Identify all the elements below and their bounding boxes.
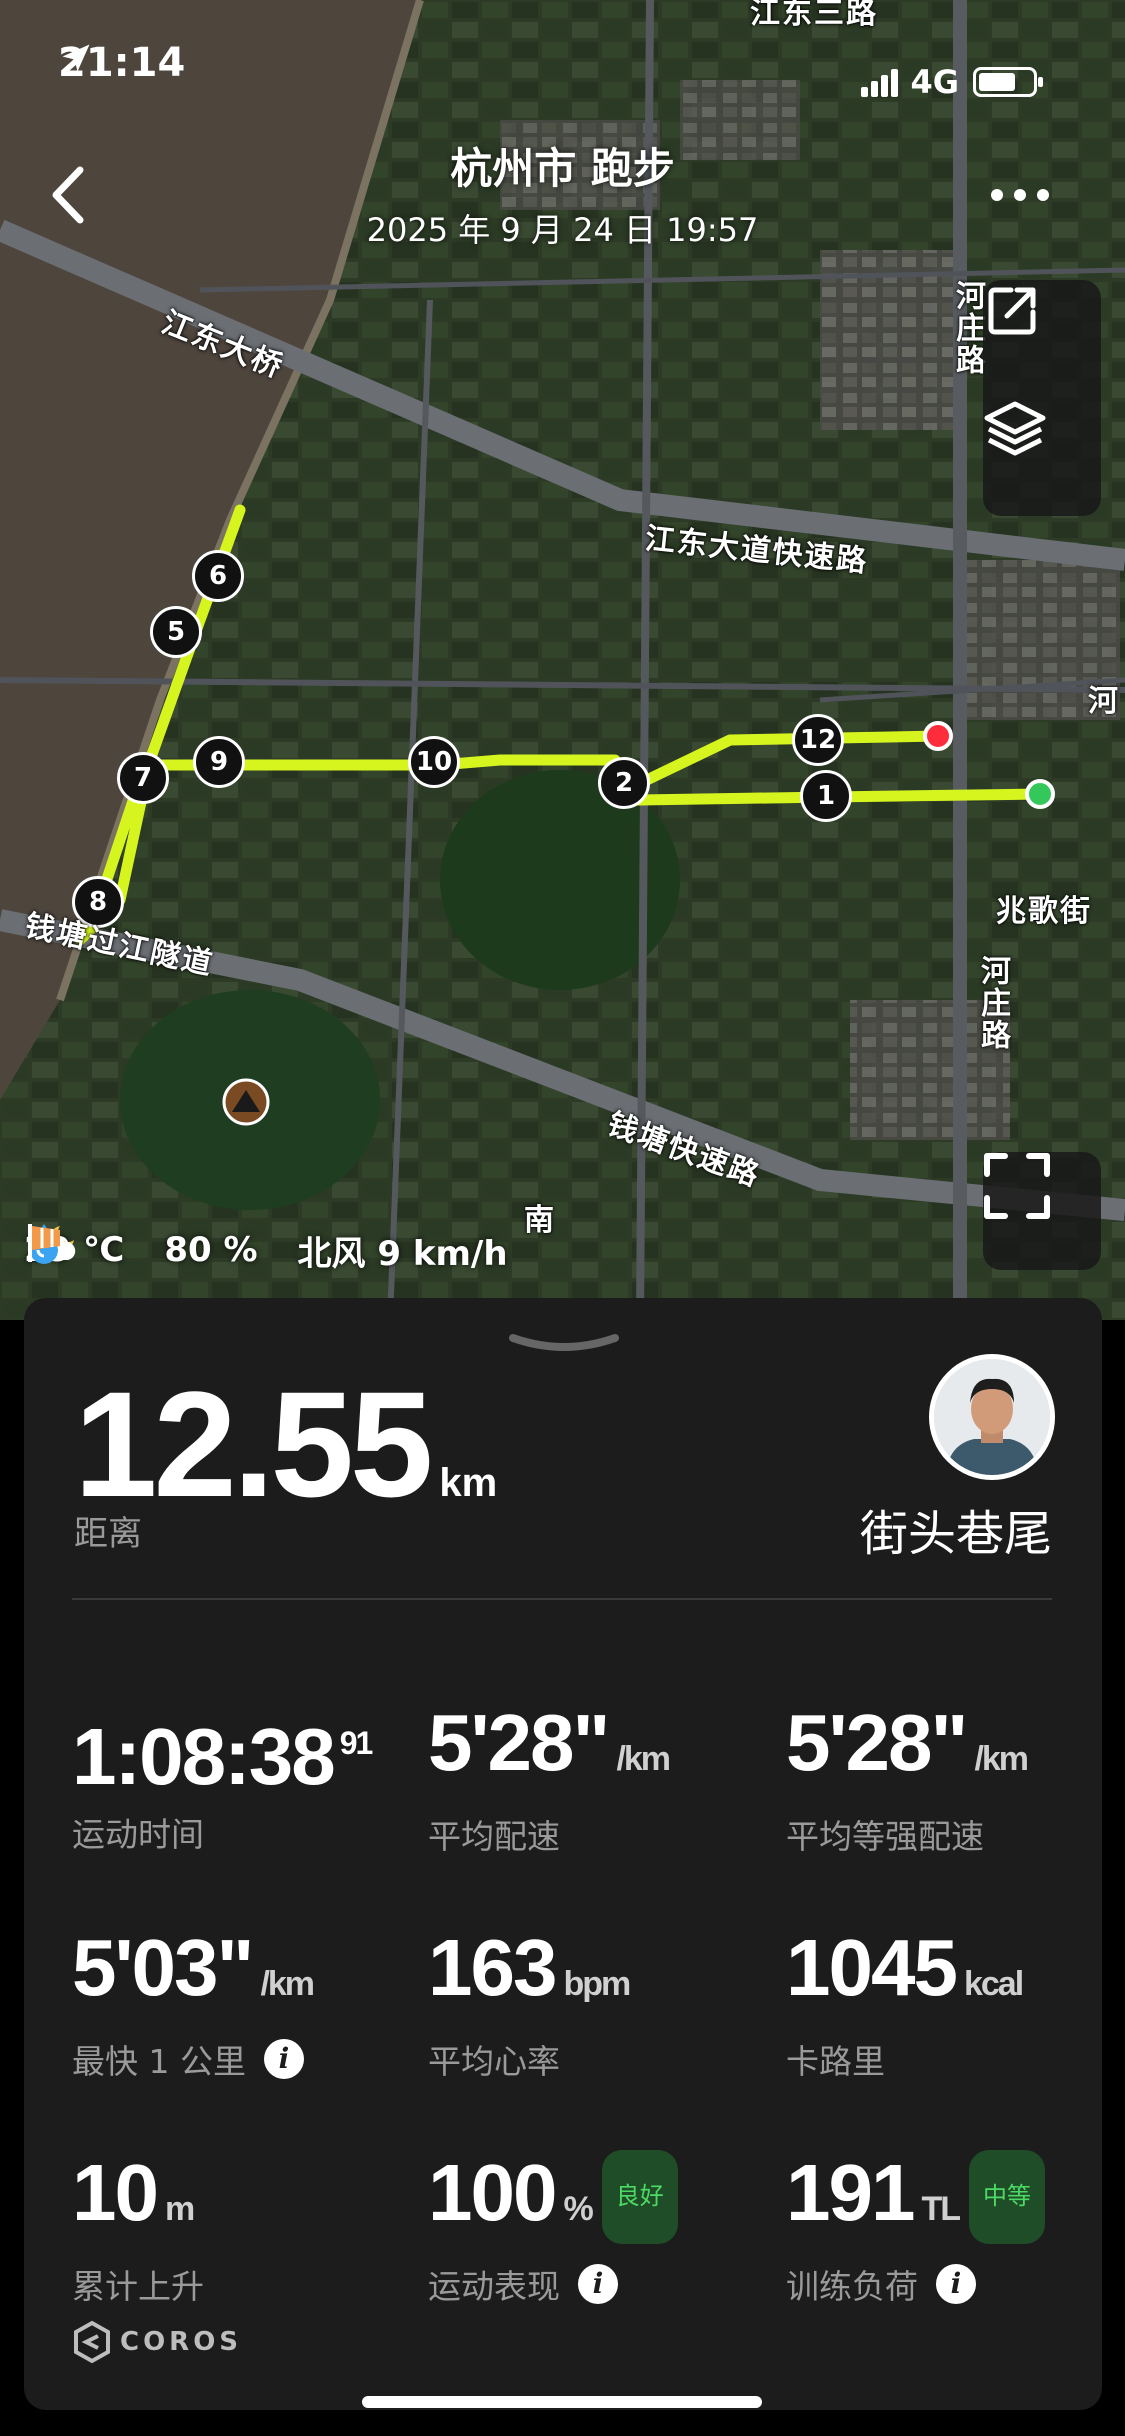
km-marker-5: 5 <box>150 606 202 658</box>
end-marker <box>923 721 953 751</box>
route-map[interactable]: 1 2 5 6 7 8 9 10 12 江东三路 河庄路 江东大桥 江东大道快速… <box>0 0 1125 1320</box>
battery-icon <box>973 67 1043 97</box>
map-layers-button[interactable] <box>983 398 1101 516</box>
km-marker-1: 1 <box>800 770 852 822</box>
elevation-gain-unit: m <box>164 2190 195 2228</box>
metric-training-load: 191 TL 中等 训练负荷 i <box>786 2148 1116 2308</box>
avatar[interactable] <box>929 1354 1055 1480</box>
avg-pace-label: 平均配速 <box>428 1817 560 1856</box>
km-marker-10: 10 <box>408 736 460 788</box>
divider <box>72 1598 1052 1600</box>
training-load-unit: TL <box>921 2190 961 2228</box>
weather-bar: 29 ℃ 80 % 北风 9 km/h <box>24 1220 548 1280</box>
info-icon[interactable]: i <box>936 2264 976 2304</box>
start-marker <box>1025 779 1055 809</box>
elevation-gain-value: 10 <box>72 2148 159 2237</box>
info-icon[interactable]: i <box>263 2039 304 2079</box>
activity-datetime: 2025 年 9 月 24 日 19:57 <box>366 211 759 249</box>
map-tools <box>983 280 1101 516</box>
more-button[interactable] <box>985 180 1055 210</box>
drag-handle[interactable] <box>509 1332 619 1356</box>
calories-value: 1045 <box>786 1923 958 2012</box>
metric-performance: 100% 良好 运动表现 i <box>428 2148 758 2308</box>
info-icon[interactable]: i <box>578 2264 618 2304</box>
metric-avg-hr: 163 bpm 平均心率 <box>428 1923 758 2083</box>
distance-label: 距离 <box>74 1514 142 1554</box>
road-label: 河庄路 <box>975 955 1010 1051</box>
training-load-label: 训练负荷 <box>786 2267 918 2306</box>
user-avatar-image <box>934 1359 1050 1475</box>
duration-label: 运动时间 <box>72 1815 204 1854</box>
avg-pace-unit: /km <box>616 1740 671 1778</box>
km-marker-12: 12 <box>792 714 844 766</box>
home-indicator[interactable] <box>362 2396 762 2408</box>
satellite-background <box>0 0 1125 1320</box>
metric-calories: 1045 kcal 卡路里 <box>786 1923 1116 2083</box>
road-label: 江东三路 <box>750 0 878 31</box>
share-button[interactable] <box>983 280 1101 398</box>
activity-summary-panel: 12.55 km 距离 街头巷尾 1:08:38 91 运动时间 5'28"/km … <box>24 1298 1102 2410</box>
page-title: 杭州市 跑步 <box>450 144 675 193</box>
more-dots-icon <box>991 189 1049 201</box>
metric-avg-pace: 5'28"/km 平均配速 <box>428 1698 758 1858</box>
status-network: 4G <box>861 52 1043 112</box>
performance-label: 运动表现 <box>428 2267 560 2306</box>
fastest-km-unit: /km <box>260 1965 315 2003</box>
fastest-km-label: 最快 1 公里 <box>72 2042 246 2081</box>
fastest-km-value: 5'03" <box>72 1923 254 2012</box>
coros-logo: COROS <box>72 2320 242 2364</box>
km-marker-7: 7 <box>117 752 169 804</box>
distance-unit: km <box>439 1461 498 1505</box>
fullscreen-button[interactable] <box>983 1152 1101 1270</box>
calories-label: 卡路里 <box>786 2042 885 2081</box>
training-load-badge: 中等 <box>969 2150 1046 2244</box>
coros-hexagon-icon <box>74 2320 110 2364</box>
road-label: 兆歌街 <box>996 894 1092 929</box>
avg-hr-label: 平均心率 <box>428 2042 560 2081</box>
performance-unit: % <box>563 2190 593 2228</box>
signal-icon <box>861 67 899 97</box>
distance-value: 12.55 <box>74 1360 433 1528</box>
km-marker-2: 2 <box>598 757 650 809</box>
avg-pace-value: 5'28" <box>428 1698 610 1787</box>
avg-effort-pace-label: 平均等强配速 <box>786 1817 984 1856</box>
avg-effort-pace-value: 5'28" <box>786 1698 968 1787</box>
weather-wind: 北风 9 km/h <box>28 1224 508 1275</box>
avg-hr-unit: bpm <box>563 1965 631 2003</box>
status-time: 21:14 <box>58 40 186 86</box>
layers-icon <box>984 401 1046 456</box>
training-load-value: 191 <box>786 2148 915 2237</box>
duration-hundredths: 91 <box>339 1725 374 1761</box>
elevation-gain-label: 累计上升 <box>72 2267 204 2306</box>
weather-humidity: 80 % <box>30 1224 258 1270</box>
metric-avg-effort-pace: 5'28"/km 平均等强配速 <box>786 1698 1116 1858</box>
fullscreen-icon <box>984 1153 1050 1219</box>
road-label: 河 <box>1088 684 1120 719</box>
avg-hr-value: 163 <box>428 1923 557 2012</box>
username[interactable]: 街头巷尾 <box>860 1494 1052 1564</box>
metric-elevation-gain: 10 m 累计上升 <box>72 2148 402 2308</box>
km-marker-6: 6 <box>192 550 244 602</box>
metric-duration: 1:08:38 91 运动时间 <box>72 1698 402 1856</box>
performance-value: 100 <box>428 2148 557 2237</box>
km-marker-9: 9 <box>193 736 245 788</box>
calories-unit: kcal <box>963 1965 1024 2003</box>
metric-fastest-km: 5'03"/km 最快 1 公里 i <box>72 1923 402 2083</box>
wind-flag-icon <box>28 1224 60 1262</box>
share-icon <box>988 287 1036 335</box>
performance-badge: 良好 <box>601 2150 678 2244</box>
duration-value: 1:08:38 <box>72 1712 336 1801</box>
avg-effort-pace-unit: /km <box>974 1740 1029 1778</box>
